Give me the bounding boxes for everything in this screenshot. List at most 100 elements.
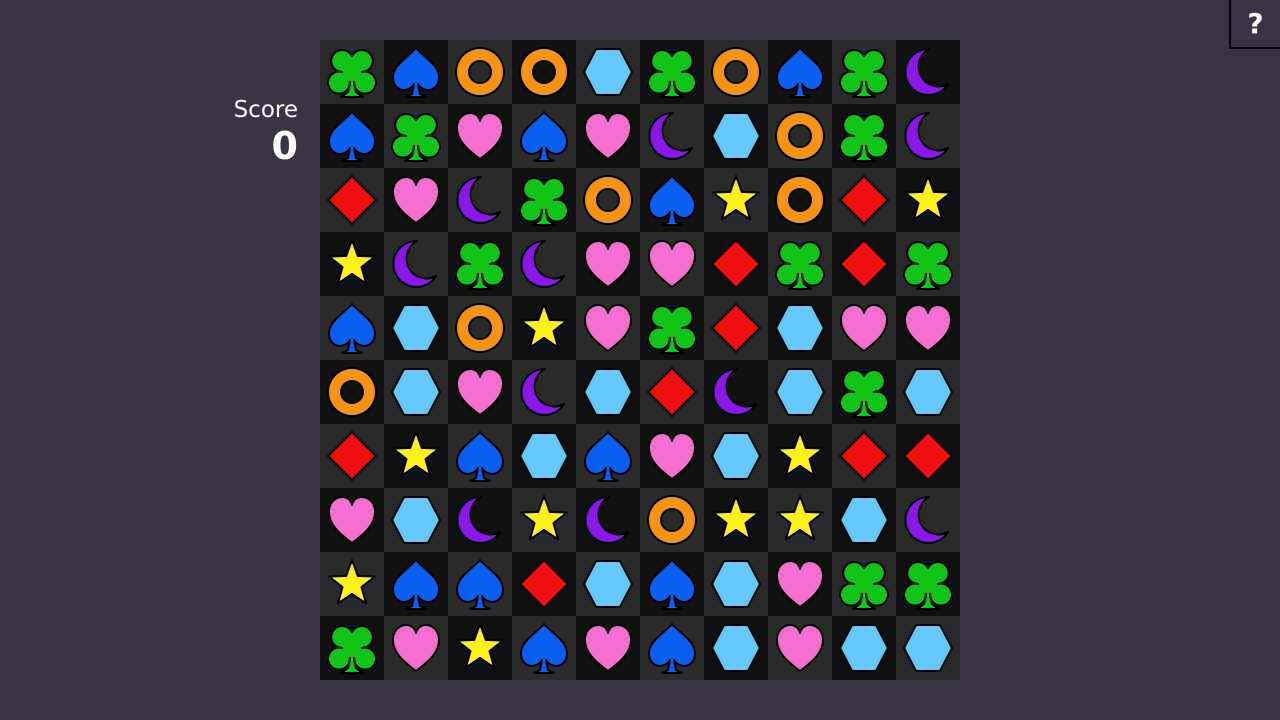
board-cell[interactable] bbox=[512, 616, 576, 680]
game-board[interactable] bbox=[320, 40, 960, 680]
board-cell[interactable] bbox=[576, 488, 640, 552]
board-cell[interactable] bbox=[832, 488, 896, 552]
board-cell[interactable] bbox=[704, 552, 768, 616]
board-cell[interactable] bbox=[576, 104, 640, 168]
board-cell[interactable] bbox=[896, 40, 960, 104]
board-cell[interactable] bbox=[832, 552, 896, 616]
board-cell[interactable] bbox=[320, 232, 384, 296]
board-cell[interactable] bbox=[576, 360, 640, 424]
board-cell[interactable] bbox=[768, 40, 832, 104]
board-cell[interactable] bbox=[384, 616, 448, 680]
board-cell[interactable] bbox=[448, 40, 512, 104]
board-cell[interactable] bbox=[896, 360, 960, 424]
board-cell[interactable] bbox=[704, 104, 768, 168]
board-cell[interactable] bbox=[832, 424, 896, 488]
board-cell[interactable] bbox=[384, 168, 448, 232]
board-cell[interactable] bbox=[384, 40, 448, 104]
board-cell[interactable] bbox=[768, 616, 832, 680]
board-cell[interactable] bbox=[640, 360, 704, 424]
board-cell[interactable] bbox=[448, 232, 512, 296]
board-cell[interactable] bbox=[320, 296, 384, 360]
board-cell[interactable] bbox=[768, 424, 832, 488]
board-cell[interactable] bbox=[832, 296, 896, 360]
board-cell[interactable] bbox=[512, 488, 576, 552]
board-cell[interactable] bbox=[512, 40, 576, 104]
board-cell[interactable] bbox=[704, 232, 768, 296]
board-cell[interactable] bbox=[896, 424, 960, 488]
board-cell[interactable] bbox=[640, 552, 704, 616]
board-cell[interactable] bbox=[384, 296, 448, 360]
board-cell[interactable] bbox=[768, 104, 832, 168]
board-cell[interactable] bbox=[448, 424, 512, 488]
board-cell[interactable] bbox=[768, 168, 832, 232]
board-cell[interactable] bbox=[704, 360, 768, 424]
board-cell[interactable] bbox=[512, 424, 576, 488]
board-cell[interactable] bbox=[640, 232, 704, 296]
board-cell[interactable] bbox=[448, 488, 512, 552]
board-cell[interactable] bbox=[640, 488, 704, 552]
board-cell[interactable] bbox=[320, 40, 384, 104]
board-cell[interactable] bbox=[704, 296, 768, 360]
board-cell[interactable] bbox=[448, 168, 512, 232]
board-cell[interactable] bbox=[768, 296, 832, 360]
board-cell[interactable] bbox=[448, 552, 512, 616]
board-cell[interactable] bbox=[512, 232, 576, 296]
board-cell[interactable] bbox=[704, 424, 768, 488]
board-cell[interactable] bbox=[832, 616, 896, 680]
board-cell[interactable] bbox=[640, 424, 704, 488]
board-cell[interactable] bbox=[384, 104, 448, 168]
board-cell[interactable] bbox=[832, 40, 896, 104]
board-cell[interactable] bbox=[704, 40, 768, 104]
board-cell[interactable] bbox=[832, 104, 896, 168]
board-cell[interactable] bbox=[512, 552, 576, 616]
board-cell[interactable] bbox=[512, 360, 576, 424]
board-cell[interactable] bbox=[384, 232, 448, 296]
board-cell[interactable] bbox=[896, 488, 960, 552]
board-cell[interactable] bbox=[320, 104, 384, 168]
board-cell[interactable] bbox=[320, 424, 384, 488]
board-cell[interactable] bbox=[576, 232, 640, 296]
board-cell[interactable] bbox=[576, 552, 640, 616]
board-cell[interactable] bbox=[832, 232, 896, 296]
board-cell[interactable] bbox=[896, 232, 960, 296]
board-cell[interactable] bbox=[896, 616, 960, 680]
board-cell[interactable] bbox=[512, 168, 576, 232]
help-button[interactable]: ? bbox=[1229, 0, 1280, 49]
board-cell[interactable] bbox=[320, 360, 384, 424]
board-cell[interactable] bbox=[768, 360, 832, 424]
board-cell[interactable] bbox=[768, 552, 832, 616]
board-cell[interactable] bbox=[448, 104, 512, 168]
board-cell[interactable] bbox=[384, 360, 448, 424]
board-cell[interactable] bbox=[512, 296, 576, 360]
board-cell[interactable] bbox=[640, 296, 704, 360]
board-cell[interactable] bbox=[320, 616, 384, 680]
board-cell[interactable] bbox=[320, 488, 384, 552]
board-cell[interactable] bbox=[768, 488, 832, 552]
board-cell[interactable] bbox=[576, 616, 640, 680]
board-cell[interactable] bbox=[576, 296, 640, 360]
board-cell[interactable] bbox=[896, 104, 960, 168]
board-cell[interactable] bbox=[896, 552, 960, 616]
board-cell[interactable] bbox=[576, 40, 640, 104]
board-cell[interactable] bbox=[704, 616, 768, 680]
board-cell[interactable] bbox=[320, 552, 384, 616]
board-cell[interactable] bbox=[512, 104, 576, 168]
board-cell[interactable] bbox=[448, 616, 512, 680]
board-cell[interactable] bbox=[640, 168, 704, 232]
board-cell[interactable] bbox=[384, 424, 448, 488]
board-cell[interactable] bbox=[640, 40, 704, 104]
board-cell[interactable] bbox=[384, 552, 448, 616]
board-cell[interactable] bbox=[832, 168, 896, 232]
board-cell[interactable] bbox=[896, 296, 960, 360]
board-cell[interactable] bbox=[576, 168, 640, 232]
board-cell[interactable] bbox=[320, 168, 384, 232]
board-cell[interactable] bbox=[768, 232, 832, 296]
board-cell[interactable] bbox=[832, 360, 896, 424]
board-cell[interactable] bbox=[640, 104, 704, 168]
board-cell[interactable] bbox=[704, 488, 768, 552]
board-cell[interactable] bbox=[896, 168, 960, 232]
board-cell[interactable] bbox=[640, 616, 704, 680]
board-cell[interactable] bbox=[448, 296, 512, 360]
board-cell[interactable] bbox=[576, 424, 640, 488]
board-cell[interactable] bbox=[384, 488, 448, 552]
